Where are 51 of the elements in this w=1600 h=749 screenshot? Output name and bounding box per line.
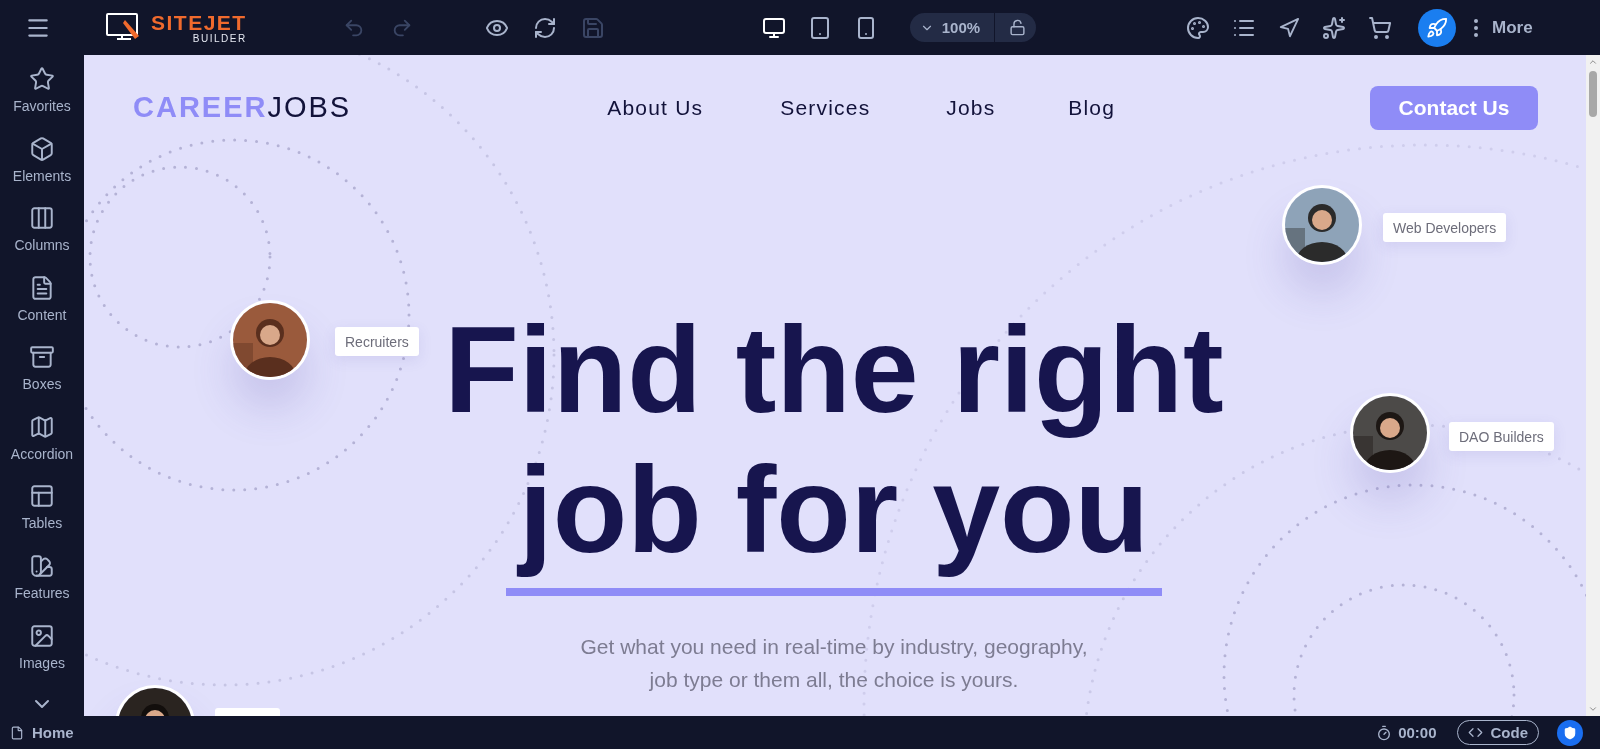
- sidebar-item[interactable]: Boxes: [0, 344, 84, 414]
- nav-link[interactable]: About Us: [607, 95, 781, 120]
- document-icon: [29, 274, 55, 301]
- sparkles-button[interactable]: [1322, 15, 1347, 40]
- sidebar-item[interactable]: Features: [0, 552, 84, 623]
- hero-headline: job for you: [518, 441, 1150, 580]
- sidebar-item[interactable]: Images: [0, 622, 84, 693]
- sidebar-item[interactable]: Accordion: [0, 413, 84, 484]
- sidebar-item[interactable]: Tables: [0, 483, 84, 553]
- zoom-control[interactable]: 100%: [909, 13, 1037, 42]
- desktop-button[interactable]: [761, 15, 786, 40]
- code-icon: [1467, 725, 1483, 740]
- sidebar-item[interactable]: Favorites: [0, 66, 84, 136]
- publish-button[interactable]: [1418, 8, 1457, 47]
- layout-icon: [29, 483, 55, 510]
- unlock-icon[interactable]: [1009, 19, 1027, 36]
- navigation-button[interactable]: [1278, 16, 1301, 39]
- cart-button[interactable]: [1368, 15, 1393, 40]
- site-logo[interactable]: CAREERJOBS: [133, 91, 352, 124]
- avatar-tag: Web Developers: [1383, 213, 1507, 242]
- palette-button[interactable]: [1186, 15, 1211, 40]
- hero-subtitle: Get what you need in real-time by industry, geography, job type or them all, the choice is yours.: [579, 634, 1089, 693]
- swatch-icon: [29, 552, 55, 579]
- zoom-level: 100%: [941, 19, 981, 36]
- hero-headline: Find the right: [444, 301, 1224, 440]
- scrollbar-thumb[interactable]: [1589, 71, 1597, 117]
- page-name[interactable]: Home: [32, 724, 74, 741]
- sidebar-item[interactable]: Content: [0, 274, 84, 345]
- file-icon: [10, 725, 24, 740]
- timer-text: 00:00: [1398, 724, 1437, 741]
- avatar-tag: DAO Builders: [1449, 422, 1554, 451]
- refresh-button[interactable]: [532, 15, 557, 40]
- sitejet-logo: SITEJET BUILDER: [105, 11, 247, 44]
- shield-icon: [1563, 725, 1577, 740]
- scrollbar[interactable]: [1586, 55, 1600, 716]
- columns-icon: [29, 205, 55, 232]
- avatar-tag: Recruiters: [335, 327, 419, 356]
- nav-link[interactable]: Blog: [1068, 95, 1149, 120]
- sidebar-item[interactable]: Elements: [0, 135, 84, 206]
- nav-link[interactable]: Services: [780, 95, 947, 120]
- cube-icon: [29, 135, 55, 162]
- archive-icon: [29, 344, 55, 371]
- more-button[interactable]: More: [1474, 17, 1533, 38]
- nav-link[interactable]: Jobs: [946, 95, 1069, 120]
- sidebar-item[interactable]: Columns: [0, 205, 84, 275]
- kebab-icon: [1474, 18, 1479, 37]
- rocket-icon: [1426, 16, 1449, 39]
- image-icon: [29, 622, 55, 649]
- star-icon: [29, 66, 55, 92]
- timer-icon: [1376, 724, 1393, 741]
- shield-button[interactable]: [1557, 719, 1583, 746]
